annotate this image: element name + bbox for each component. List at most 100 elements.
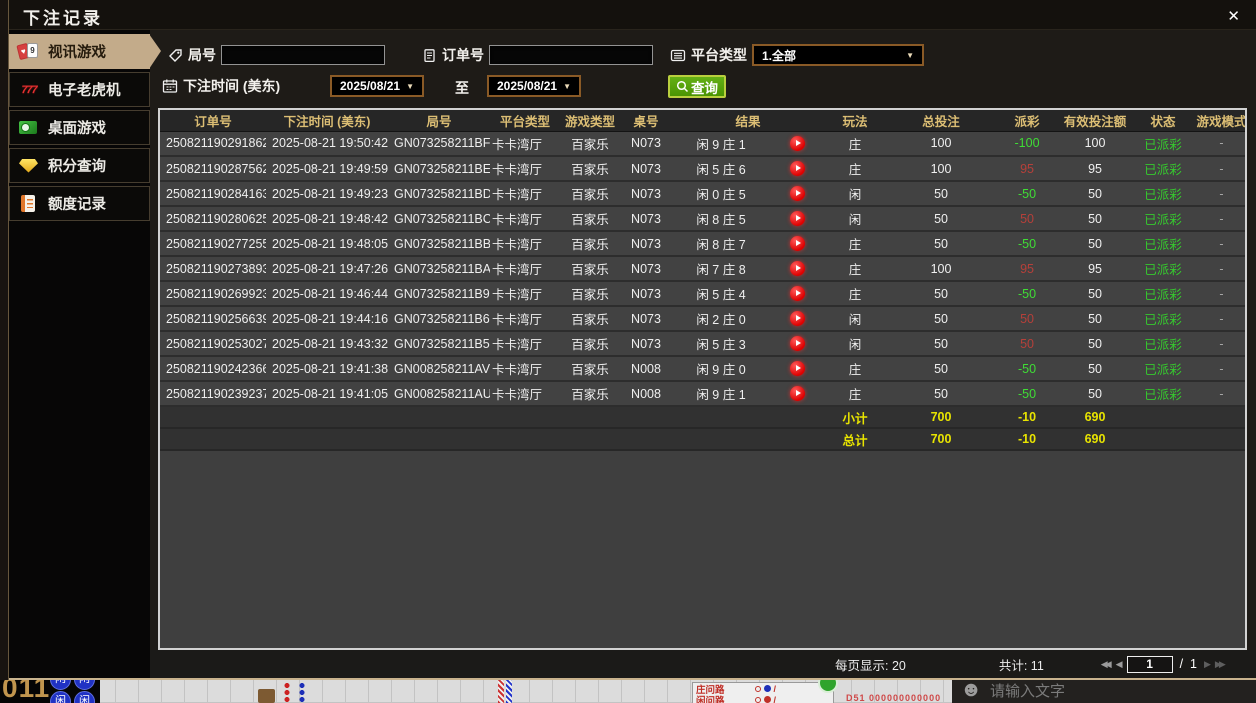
- cell-replay: [770, 181, 825, 207]
- cell-table_no: N008: [620, 356, 672, 382]
- order-number-input[interactable]: [489, 45, 653, 65]
- category-sidebar: ♥ 9 视讯游戏 777 电子老虎机 桌面游戏 积分查询 额度记录: [9, 30, 161, 678]
- cell-platform: 卡卡湾厅: [490, 131, 560, 157]
- cell-platform: 卡卡湾厅: [490, 156, 560, 182]
- cell-valid_bet: 95: [1058, 256, 1133, 282]
- last-page-button[interactable]: ▶▶: [1215, 659, 1226, 670]
- cell-replay: [770, 156, 825, 182]
- replay-button[interactable]: [789, 236, 805, 252]
- prev-page-button[interactable]: ◀: [1116, 659, 1123, 670]
- tag-icon: [169, 48, 182, 62]
- cell-result: 闲 8 庄 7: [672, 231, 770, 257]
- cell-play_type: 庄: [824, 231, 887, 257]
- cell-total_bet: 100: [886, 256, 997, 282]
- col-header-platform: 平台类型: [490, 110, 560, 132]
- replay-button[interactable]: [789, 211, 805, 227]
- tab-label: 额度记录: [48, 197, 106, 213]
- order-document-icon: [424, 48, 435, 62]
- cell-table_no: N073: [620, 156, 672, 182]
- table-row: 250821190269923 2025-08-21 19:46:44 GN0732…: [160, 281, 1245, 307]
- cell-total_bet: 50: [886, 331, 997, 357]
- cell-result: 闲 5 庄 6: [672, 156, 770, 182]
- cell-replay: [770, 306, 825, 332]
- platform-type-select[interactable]: 1.全部 ▼: [752, 44, 924, 66]
- cell-time: 2025-08-21 19:46:44: [266, 281, 388, 307]
- cell-time: 2025-08-21 19:48:05: [266, 231, 388, 257]
- calendar-icon: [162, 79, 178, 93]
- date-from-picker[interactable]: 2025/08/21 ▼: [330, 75, 424, 97]
- col-header-result: 结果: [672, 110, 825, 132]
- date-to-value: 2025/08/21: [497, 79, 558, 93]
- cell-result: 闲 5 庄 4: [672, 281, 770, 307]
- cell-game: 百家乐: [560, 156, 620, 182]
- cell-round: GN073258211B6: [388, 306, 490, 332]
- page-input[interactable]: 1: [1126, 655, 1173, 673]
- order-filter-group: 订单号: [422, 44, 653, 66]
- replay-button[interactable]: [789, 186, 805, 202]
- replay-button[interactable]: [789, 135, 805, 151]
- replay-button[interactable]: [789, 286, 805, 302]
- sidebar-tab-points-query[interactable]: 积分查询: [9, 148, 150, 183]
- first-page-button[interactable]: ◀◀: [1101, 659, 1112, 670]
- table-header-row: 订单号 下注时间 (美东) 局号 平台类型 游戏类型 桌号 结果 玩法 总投注 …: [160, 110, 1245, 132]
- cell-platform: 卡卡湾厅: [490, 231, 560, 257]
- dialog-titlebar: 下注记录 ✕: [9, 0, 1256, 30]
- cell-game: 百家乐: [560, 181, 620, 207]
- col-header-order: 订单号: [160, 110, 266, 132]
- date-to-picker[interactable]: 2025/08/21 ▼: [487, 75, 581, 97]
- cell-game: 百家乐: [560, 381, 620, 407]
- cell-table_no: N073: [620, 206, 672, 232]
- replay-button[interactable]: [789, 261, 805, 277]
- sidebar-tab-video-games[interactable]: ♥ 9 视讯游戏: [9, 34, 161, 69]
- cell-mode: -: [1194, 331, 1245, 357]
- cell-valid_bet: 50: [1058, 231, 1133, 257]
- replay-button[interactable]: [789, 161, 805, 177]
- replay-button[interactable]: [789, 311, 805, 327]
- total-row: 总计 700 -10 690: [160, 428, 1245, 451]
- cell-mode: -: [1194, 281, 1245, 307]
- sidebar-tab-slot-machines[interactable]: 777 电子老虎机: [9, 72, 150, 107]
- cell-valid_bet: 50: [1058, 206, 1133, 232]
- close-button[interactable]: ✕: [1223, 5, 1244, 27]
- query-button[interactable]: 查询: [668, 75, 726, 98]
- round-number-input[interactable]: [221, 45, 385, 65]
- subtotal-row: 小计 700 -10 690: [160, 406, 1245, 429]
- cell-play_type: 庄: [824, 131, 887, 157]
- sidebar-tab-table-games[interactable]: 桌面游戏: [9, 110, 150, 145]
- summary-valid-bet: 690: [1058, 406, 1133, 429]
- page-total: 1: [1190, 657, 1197, 671]
- cell-play_type: 庄: [824, 281, 887, 307]
- replay-button[interactable]: [789, 361, 805, 377]
- cell-platform: 卡卡湾厅: [490, 256, 560, 282]
- chevron-down-icon: ▼: [906, 50, 914, 60]
- col-header-game: 游戏类型: [560, 110, 620, 132]
- cell-platform: 卡卡湾厅: [490, 281, 560, 307]
- cell-result: 闲 0 庄 5: [672, 181, 770, 207]
- cell-time: 2025-08-21 19:50:42: [266, 131, 388, 157]
- replay-button[interactable]: [789, 336, 805, 352]
- col-header-round: 局号: [388, 110, 490, 132]
- next-page-button[interactable]: ▶: [1204, 659, 1211, 670]
- cell-total_bet: 50: [886, 381, 997, 407]
- cell-game: 百家乐: [560, 281, 620, 307]
- cell-play_type: 闲: [824, 306, 887, 332]
- cell-order: 250821190273893: [160, 256, 266, 282]
- col-header-play-type: 玩法: [824, 110, 887, 132]
- emoji-smiley-icon[interactable]: ☻: [960, 680, 982, 702]
- player-ask-road-symbols: /: [754, 695, 776, 703]
- table-game-icon: [17, 118, 41, 138]
- cell-status: 已派彩: [1132, 356, 1195, 382]
- replay-button[interactable]: [789, 386, 805, 402]
- bet-table-body: 250821190291862 2025-08-21 19:50:42 GN0732…: [160, 131, 1245, 451]
- table-row: 250821190284163 2025-08-21 19:49:23 GN0732…: [160, 181, 1245, 207]
- cell-mode: -: [1194, 131, 1245, 157]
- cell-status: 已派彩: [1132, 281, 1195, 307]
- bet-records-table-panel: 订单号 下注时间 (美东) 局号 平台类型 游戏类型 桌号 结果 玩法 总投注 …: [158, 108, 1247, 650]
- platform-filter-group: 平台类型 1.全部 ▼: [670, 44, 924, 66]
- cell-table_no: N073: [620, 256, 672, 282]
- chat-input[interactable]: ☻ 请输入文字: [952, 680, 1256, 703]
- dialog-title: 下注记录: [23, 9, 103, 28]
- sidebar-tab-quota-records[interactable]: 额度记录: [9, 186, 150, 221]
- cell-valid_bet: 50: [1058, 181, 1133, 207]
- table-row: 250821190242366 2025-08-21 19:41:38 GN0082…: [160, 356, 1245, 382]
